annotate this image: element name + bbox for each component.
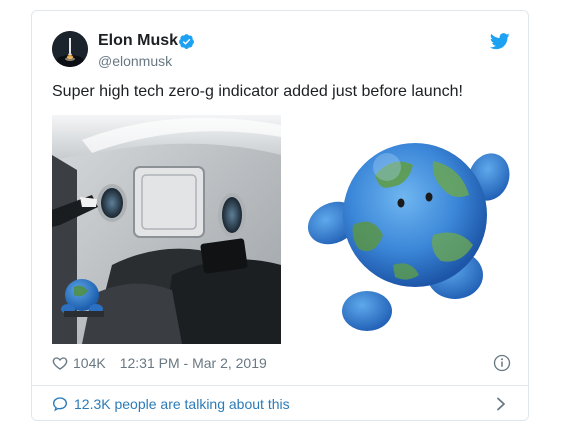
chevron-right-icon[interactable] <box>494 397 508 411</box>
heart-icon[interactable] <box>52 355 68 371</box>
tweet-photo-cabin[interactable] <box>52 115 281 344</box>
divider <box>32 385 528 386</box>
conversation-link[interactable]: 12.3K people are talking about this <box>52 394 290 414</box>
tweet-photo-plush[interactable] <box>283 115 512 344</box>
author-name[interactable]: Elon Musk <box>98 32 178 50</box>
tweet-card: Elon Musk @elonmusk Super high tech zero… <box>31 10 529 421</box>
verified-badge-icon <box>179 34 194 49</box>
like-count[interactable]: 104K <box>73 355 106 371</box>
twitter-bird-icon[interactable] <box>490 33 510 50</box>
tweet-meta: 104K 12:31 PM - Mar 2, 2019 <box>52 353 267 373</box>
tweet-text: Super high tech zero-g indicator added j… <box>52 83 463 100</box>
author-handle[interactable]: @elonmusk <box>98 53 172 69</box>
info-icon[interactable] <box>493 354 511 372</box>
avatar[interactable] <box>52 31 88 67</box>
conversation-text: 12.3K people are talking about this <box>74 396 290 412</box>
speech-bubble-icon <box>52 397 68 412</box>
timestamp[interactable]: 12:31 PM - Mar 2, 2019 <box>120 355 267 371</box>
